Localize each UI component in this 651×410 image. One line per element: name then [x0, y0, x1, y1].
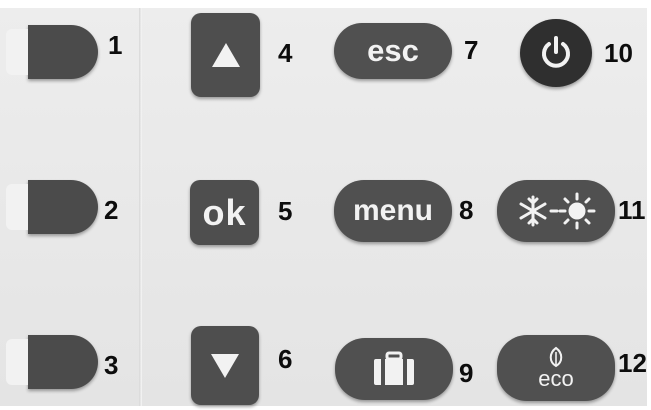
- key-number-2: 2: [104, 195, 119, 225]
- key-number-1: 1: [108, 30, 123, 60]
- esc-label: esc: [367, 33, 419, 68]
- side-key-1[interactable]: [6, 25, 98, 79]
- down-arrow-icon: [211, 353, 239, 378]
- eco-button[interactable]: eco: [497, 335, 615, 401]
- key-number-8: 8: [459, 195, 474, 225]
- key-number-3: 3: [104, 350, 119, 380]
- suitcase-button[interactable]: [335, 338, 453, 400]
- power-icon: [542, 36, 570, 68]
- key-number-7: 7: [464, 35, 479, 65]
- snowflake-sun-button[interactable]: [497, 180, 615, 242]
- eco-content: eco: [538, 346, 574, 391]
- esc-button[interactable]: esc: [334, 23, 452, 79]
- key-number-4: 4: [278, 38, 293, 68]
- menu-button[interactable]: menu: [334, 180, 452, 242]
- ok-label: ok: [202, 191, 247, 233]
- side-key-3[interactable]: [6, 335, 98, 389]
- key-number-6: 6: [278, 344, 293, 374]
- key-number-11: 11: [618, 195, 646, 225]
- side-key-2[interactable]: [6, 180, 98, 234]
- key-number-12: 12: [618, 348, 647, 378]
- menu-label: menu: [352, 194, 433, 227]
- key-number-5: 5: [278, 196, 293, 226]
- panel-divider: [139, 8, 142, 406]
- snowflake-sun-icon: [519, 192, 596, 230]
- key-number-9: 9: [459, 358, 474, 388]
- power-button[interactable]: [520, 19, 592, 87]
- down-arrow-button[interactable]: [191, 326, 259, 405]
- leaf-icon: [549, 346, 563, 368]
- key-number-10: 10: [604, 38, 633, 68]
- suitcase-icon: [374, 351, 414, 385]
- eco-label: eco: [538, 366, 574, 391]
- up-arrow-button[interactable]: [191, 13, 260, 97]
- up-arrow-icon: [211, 43, 240, 67]
- ok-button[interactable]: ok: [190, 180, 259, 245]
